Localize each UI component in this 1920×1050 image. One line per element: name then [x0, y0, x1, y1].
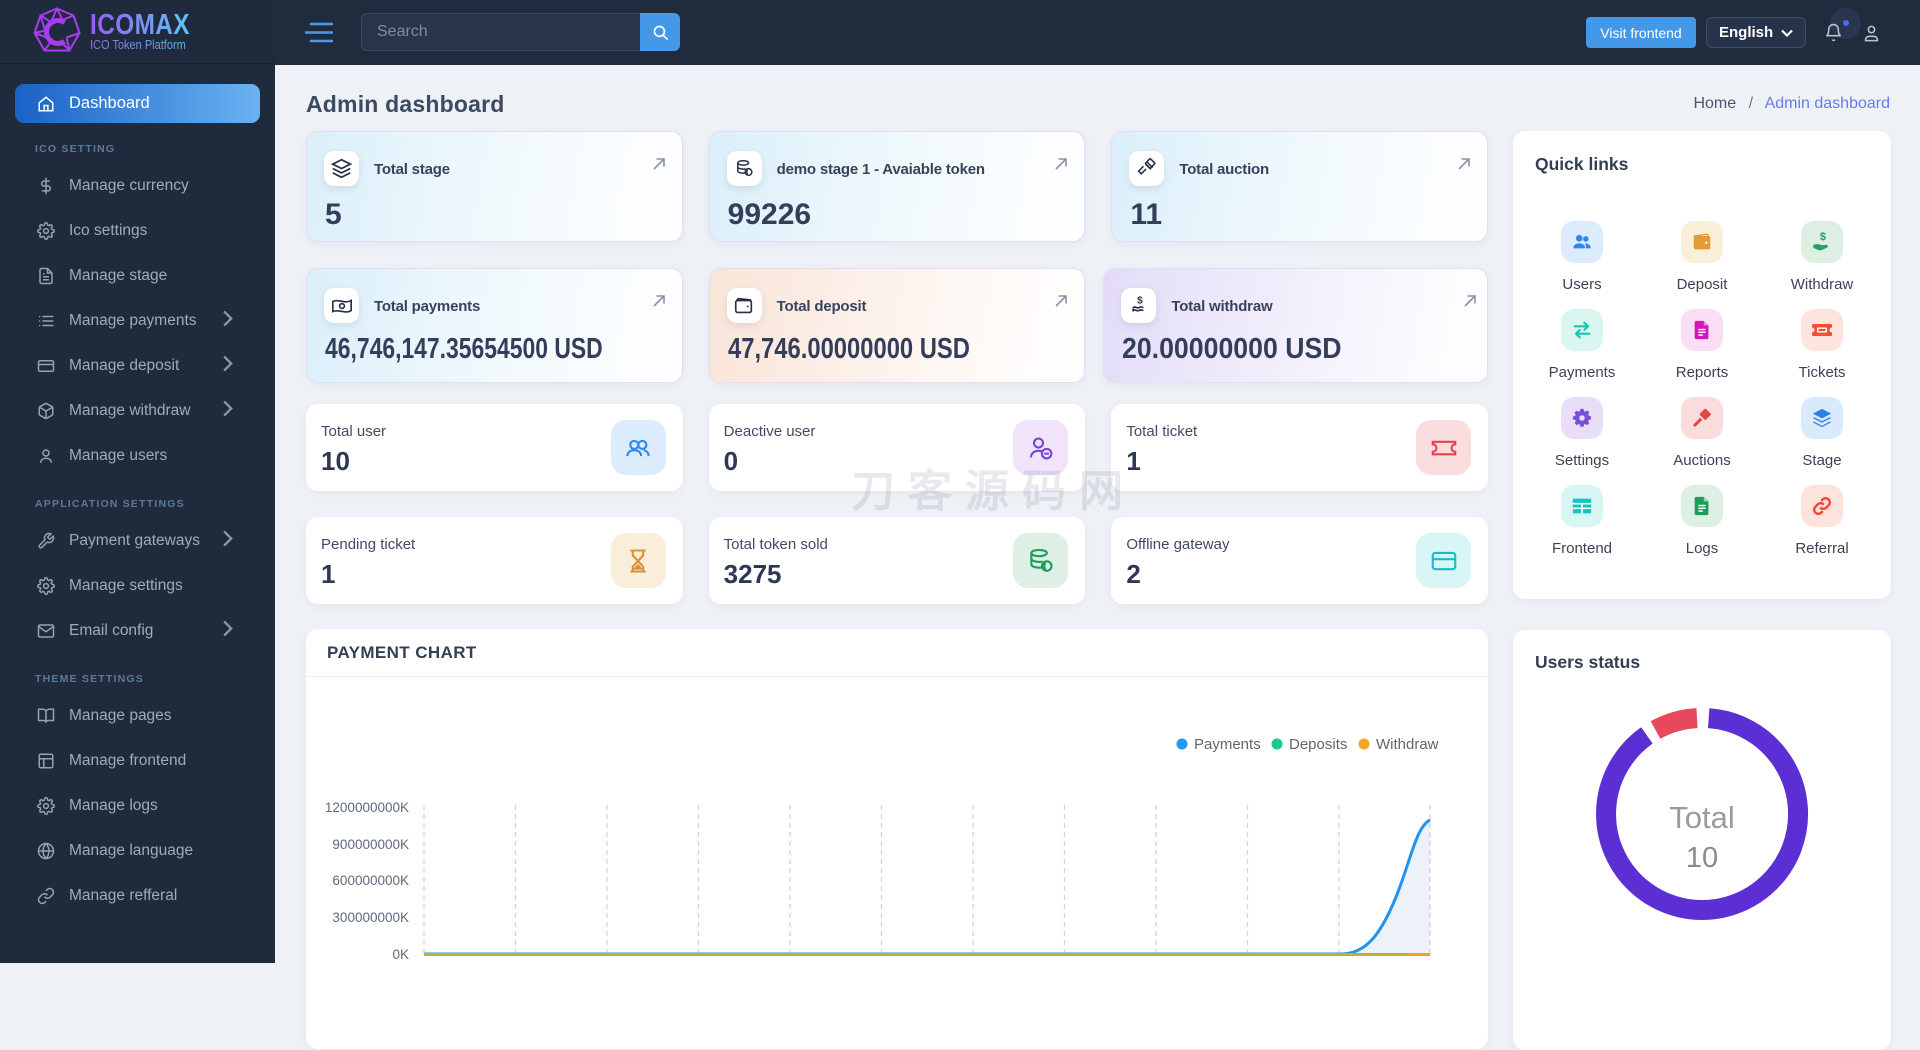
svg-text:Total: Total: [1669, 800, 1734, 835]
svg-text:0K: 0K: [392, 947, 409, 962]
svg-text:600000000K: 600000000K: [332, 873, 409, 888]
svg-text:$: $: [1820, 231, 1826, 243]
svg-text:10: 10: [1686, 842, 1718, 874]
svg-text:Payments: Payments: [1194, 736, 1261, 753]
svg-text:Withdraw: Withdraw: [1376, 736, 1439, 753]
svg-text:$: $: [1137, 295, 1143, 306]
svg-text:900000000K: 900000000K: [332, 837, 409, 852]
svg-text:Deposits: Deposits: [1289, 736, 1347, 753]
svg-text:1200000000K: 1200000000K: [325, 800, 409, 815]
svg-text:300000000K: 300000000K: [332, 910, 409, 925]
